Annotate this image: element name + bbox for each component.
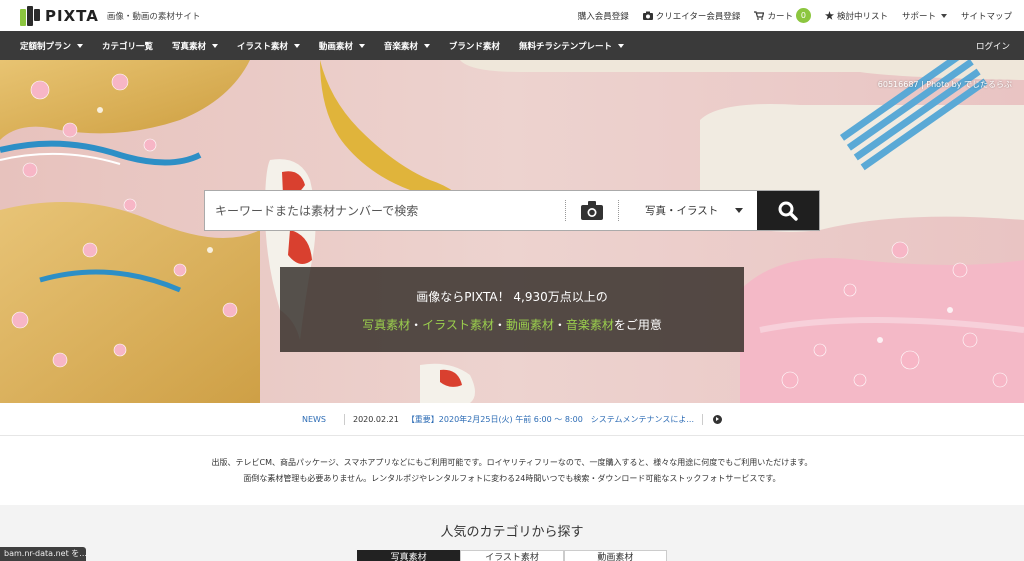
nav-label: イラスト素材 <box>237 41 288 52</box>
support-menu[interactable]: サポート <box>902 10 947 22</box>
register-link[interactable]: 購入会員登録 <box>578 10 629 22</box>
image-search-button[interactable] <box>566 191 618 230</box>
top-header: PIXTA 画像・動画の素材サイト 購入会員登録 クリエイター会員登録 カート … <box>0 0 1024 31</box>
nav-label: 動画素材 <box>318 41 353 52</box>
chevron-down-icon <box>618 43 625 48</box>
cart-count-badge: 0 <box>795 8 811 23</box>
cart-link[interactable]: カート 0 <box>754 8 811 23</box>
nav-illustration[interactable]: イラスト素材 <box>237 40 300 52</box>
wishlist-link[interactable]: 検討中リスト <box>824 10 888 22</box>
chevron-down-icon <box>77 43 84 48</box>
nav-label: 写真素材 <box>172 41 207 52</box>
creator-register-label: クリエイター会員登録 <box>655 11 741 22</box>
site-description: 出版、テレビCM、商品パッケージ、スマホアプリなどにもご利用可能です。ロイヤリテ… <box>0 455 1024 487</box>
chevron-down-icon <box>940 13 947 18</box>
search-bar: 写真・イラスト <box>204 190 820 231</box>
chevron-down-icon <box>293 43 300 48</box>
wishlist-label: 検討中リスト <box>836 11 888 22</box>
sitemap-link[interactable]: サイトマップ <box>961 10 1012 22</box>
promo-line1: 画像ならPIXTA！ 4,930万点以上の <box>416 290 608 304</box>
photo-credit[interactable]: 60516687 | Photo by でじたるらぶ <box>878 79 1012 90</box>
news-date: 2020.02.21 <box>353 414 399 424</box>
support-label: サポート <box>901 11 936 22</box>
browser-status-bar: bam.nr-data.net を... <box>0 547 86 561</box>
nav-photo[interactable]: 写真素材 <box>172 40 219 52</box>
promo-illust-link[interactable]: イラスト素材 <box>422 318 494 332</box>
cart-label: カート <box>767 11 793 22</box>
description-line: 面倒な素材管理も必要ありません。レンタルポジやレンタルフォトに変わる24時間いつ… <box>243 474 781 483</box>
promo-separator: ・ <box>410 318 423 332</box>
section-title: 人気のカテゴリから探す <box>440 525 584 540</box>
popular-categories-section: 人気のカテゴリから探す 写真素材 イラスト素材 動画素材 <box>0 505 1024 561</box>
material-type-value: 写真・イラスト <box>645 205 719 217</box>
description-line: 出版、テレビCM、商品パッケージ、スマホアプリなどにもご利用可能です。ロイヤリテ… <box>211 458 813 467</box>
divider <box>344 413 345 425</box>
search-icon <box>778 201 798 221</box>
tab-video[interactable]: 動画素材 <box>563 550 667 561</box>
site-tagline: 画像・動画の素材サイト <box>106 11 201 22</box>
news-bar: NEWS 2020.02.21 【重要】2020年2月25日(火) 午前 6:0… <box>0 403 1024 436</box>
promo-box: 画像ならPIXTA！ 4,930万点以上の 写真素材・イラスト素材・動画素材・音… <box>280 267 744 352</box>
nav-video[interactable]: 動画素材 <box>319 40 365 52</box>
nav-category-list[interactable]: カテゴリ一覧 <box>102 40 153 52</box>
arrow-right-circle-icon[interactable] <box>713 414 723 424</box>
promo-music-link[interactable]: 音楽素材 <box>566 318 614 332</box>
login-link[interactable]: ログイン <box>976 40 1010 52</box>
nav-label: カテゴリ一覧 <box>102 41 154 52</box>
chevron-down-icon <box>358 43 365 48</box>
search-input[interactable] <box>205 191 565 230</box>
category-tabs: 写真素材 イラスト素材 動画素材 <box>357 550 667 561</box>
star-icon <box>824 11 834 20</box>
promo-photo-link[interactable]: 写真素材 <box>362 318 410 332</box>
search-button[interactable] <box>757 191 819 230</box>
logo-text: PIXTA <box>45 6 99 25</box>
top-links: 購入会員登録 クリエイター会員登録 カート 0 検討中リスト サポート サイトマ… <box>578 8 1012 23</box>
chevron-down-icon <box>735 208 743 213</box>
nav-flyer-template[interactable]: 無料チラシテンプレート <box>518 40 625 52</box>
pixta-logo[interactable]: PIXTA <box>20 5 99 26</box>
nav-music[interactable]: 音楽素材 <box>384 40 430 52</box>
nav-label: 音楽素材 <box>383 41 418 52</box>
chevron-down-icon <box>423 43 430 48</box>
divider <box>702 413 704 425</box>
promo-video-link[interactable]: 動画素材 <box>506 318 554 332</box>
nav-label: ブランド素材 <box>448 41 500 52</box>
nav-label: 無料チラシテンプレート <box>518 41 613 52</box>
nav-brand[interactable]: ブランド素材 <box>449 40 500 52</box>
tab-photo[interactable]: 写真素材 <box>357 550 461 561</box>
main-nav: 定額制プラン カテゴリ一覧 写真素材 イラスト素材 動画素材 音楽素材 ブランド… <box>0 31 1024 60</box>
material-type-select[interactable]: 写真・イラスト <box>619 191 757 230</box>
camera-icon <box>642 11 653 20</box>
creator-register-link[interactable]: クリエイター会員登録 <box>642 10 741 22</box>
hero-banner: 60516687 | Photo by でじたるらぶ 写真・イラスト 画像ならP… <box>0 60 1024 403</box>
news-headline-link[interactable]: 【重要】2020年2月25日(火) 午前 6:00 〜 8:00 システムメンテ… <box>407 414 694 425</box>
camera-icon <box>581 201 603 220</box>
promo-separator: ・ <box>553 318 566 332</box>
cart-icon <box>754 11 765 20</box>
news-label[interactable]: NEWS <box>302 415 326 424</box>
promo-suffix: をご用意 <box>613 318 662 332</box>
pixta-logo-icon <box>20 5 40 26</box>
nav-subscription-plan[interactable]: 定額制プラン <box>20 40 84 52</box>
nav-label: 定額制プラン <box>20 41 72 52</box>
promo-separator: ・ <box>493 318 506 332</box>
promo-line2: 写真素材・イラスト素材・動画素材・音楽素材をご用意 <box>280 316 744 333</box>
chevron-down-icon <box>212 43 219 48</box>
tab-illustration[interactable]: イラスト素材 <box>460 550 564 561</box>
